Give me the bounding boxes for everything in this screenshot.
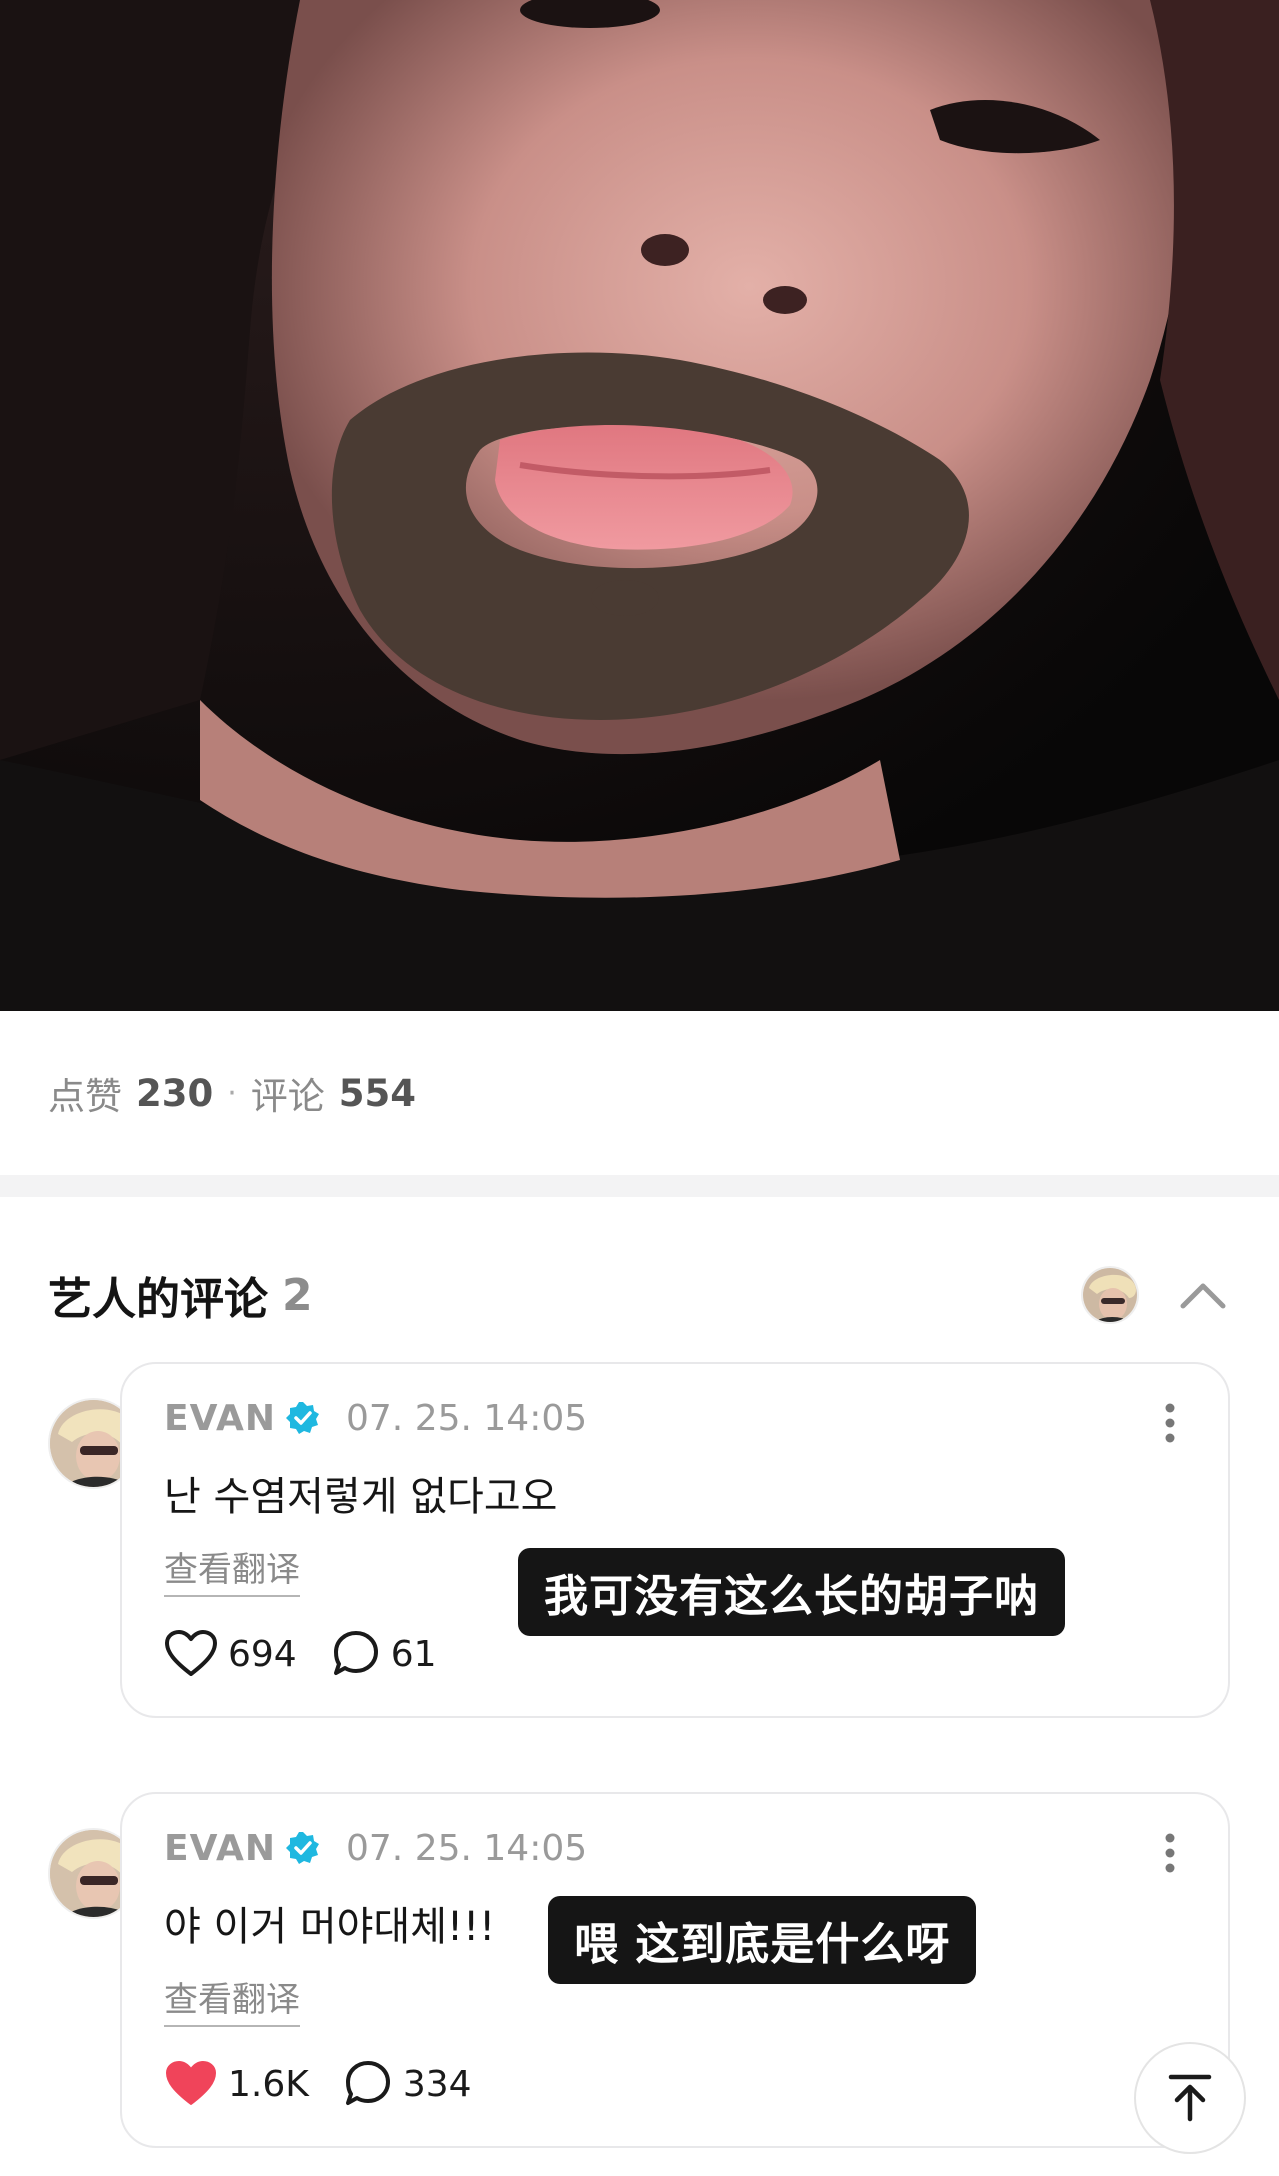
comment-text: 야 이거 머야대체!!!	[164, 1904, 496, 1950]
reply-button[interactable]: 334	[343, 2059, 472, 2109]
artist-comments-count: 2	[282, 1269, 313, 1321]
comment-time: 07. 25. 14:05	[346, 1827, 588, 1869]
heart-filled-icon	[166, 2061, 216, 2105]
like-button[interactable]: 694	[164, 1630, 297, 1678]
like-button[interactable]: 1.6K	[164, 2060, 309, 2108]
reply-count: 61	[390, 1633, 437, 1675]
chevron-up-icon[interactable]	[1175, 1267, 1231, 1323]
heart-outline-icon	[165, 1630, 217, 1676]
section-divider	[0, 1175, 1279, 1197]
like-count: 694	[228, 1633, 297, 1675]
comment-bubble-icon	[333, 1631, 378, 1675]
scroll-to-top-button[interactable]	[1134, 2042, 1246, 2154]
post-stats: 点赞 230 · 评论 554	[48, 1068, 417, 1119]
video-subtitle-caption: 我可没有这么长的胡子呐	[518, 1548, 1065, 1636]
comment-card[interactable]: EVAN 07. 25. 14:05 난 수염저렇게 없다고오 查看翻译 694	[120, 1362, 1230, 1718]
comment-text: 난 수염저렇게 없다고오	[164, 1474, 558, 1520]
artist-comments-header: 艺人的评论 2	[48, 1255, 1231, 1335]
comment-time: 07. 25. 14:05	[346, 1397, 588, 1439]
more-options-icon[interactable]	[1162, 1402, 1178, 1444]
artist-comments-title-text: 艺人的评论	[48, 1274, 268, 1325]
artist-avatar-image	[1083, 1268, 1137, 1322]
likes-label: 点赞	[48, 1075, 122, 1118]
verified-badge-icon	[286, 1832, 319, 1864]
verified-badge-icon	[286, 1402, 319, 1434]
reply-count: 334	[402, 2063, 472, 2105]
comments-count: 554	[338, 1071, 417, 1115]
artist-avatar-small[interactable]	[1081, 1266, 1139, 1324]
comment-author[interactable]: EVAN	[164, 1828, 276, 1869]
artist-comments-title: 艺人的评论 2	[48, 1263, 313, 1327]
view-translation-link[interactable]: 查看翻译	[164, 1542, 300, 1597]
post-photo-image	[0, 0, 1279, 1011]
stats-separator: ·	[227, 1075, 237, 1111]
post-photo[interactable]	[0, 0, 1279, 1011]
comment-author[interactable]: EVAN	[164, 1398, 276, 1439]
view-translation-link[interactable]: 查看翻译	[164, 1972, 300, 2027]
video-subtitle-caption: 喂 这到底是什么呀	[548, 1896, 977, 1984]
likes-count: 230	[136, 1071, 214, 1115]
arrow-up-to-top-icon	[1168, 2074, 1212, 2122]
like-count: 1.6K	[228, 2063, 309, 2105]
comment-bubble-icon	[345, 2061, 390, 2105]
more-options-icon[interactable]	[1162, 1832, 1178, 1874]
reply-button[interactable]: 61	[331, 1629, 437, 1679]
comments-label: 评论	[250, 1075, 325, 1118]
